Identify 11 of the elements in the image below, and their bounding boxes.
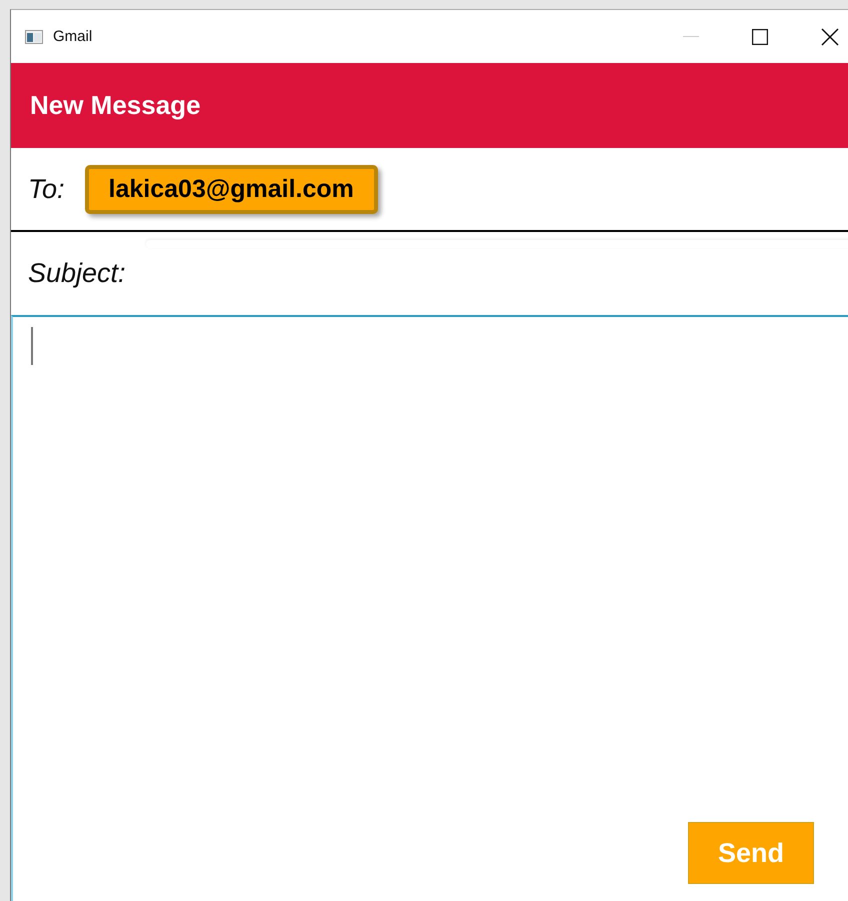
window-title: Gmail: [53, 28, 92, 45]
app-icon: [25, 30, 43, 44]
message-body-field[interactable]: Send: [11, 315, 848, 901]
subject-label: Subject:: [28, 258, 126, 289]
to-label: To:: [28, 174, 65, 204]
header-title: New Message: [30, 90, 201, 121]
text-cursor: [31, 327, 33, 365]
send-button[interactable]: Send: [688, 822, 814, 884]
recipient-chip[interactable]: lakica03@gmail.com: [84, 164, 378, 214]
maximize-icon[interactable]: [752, 28, 768, 44]
close-icon[interactable]: [821, 28, 839, 46]
